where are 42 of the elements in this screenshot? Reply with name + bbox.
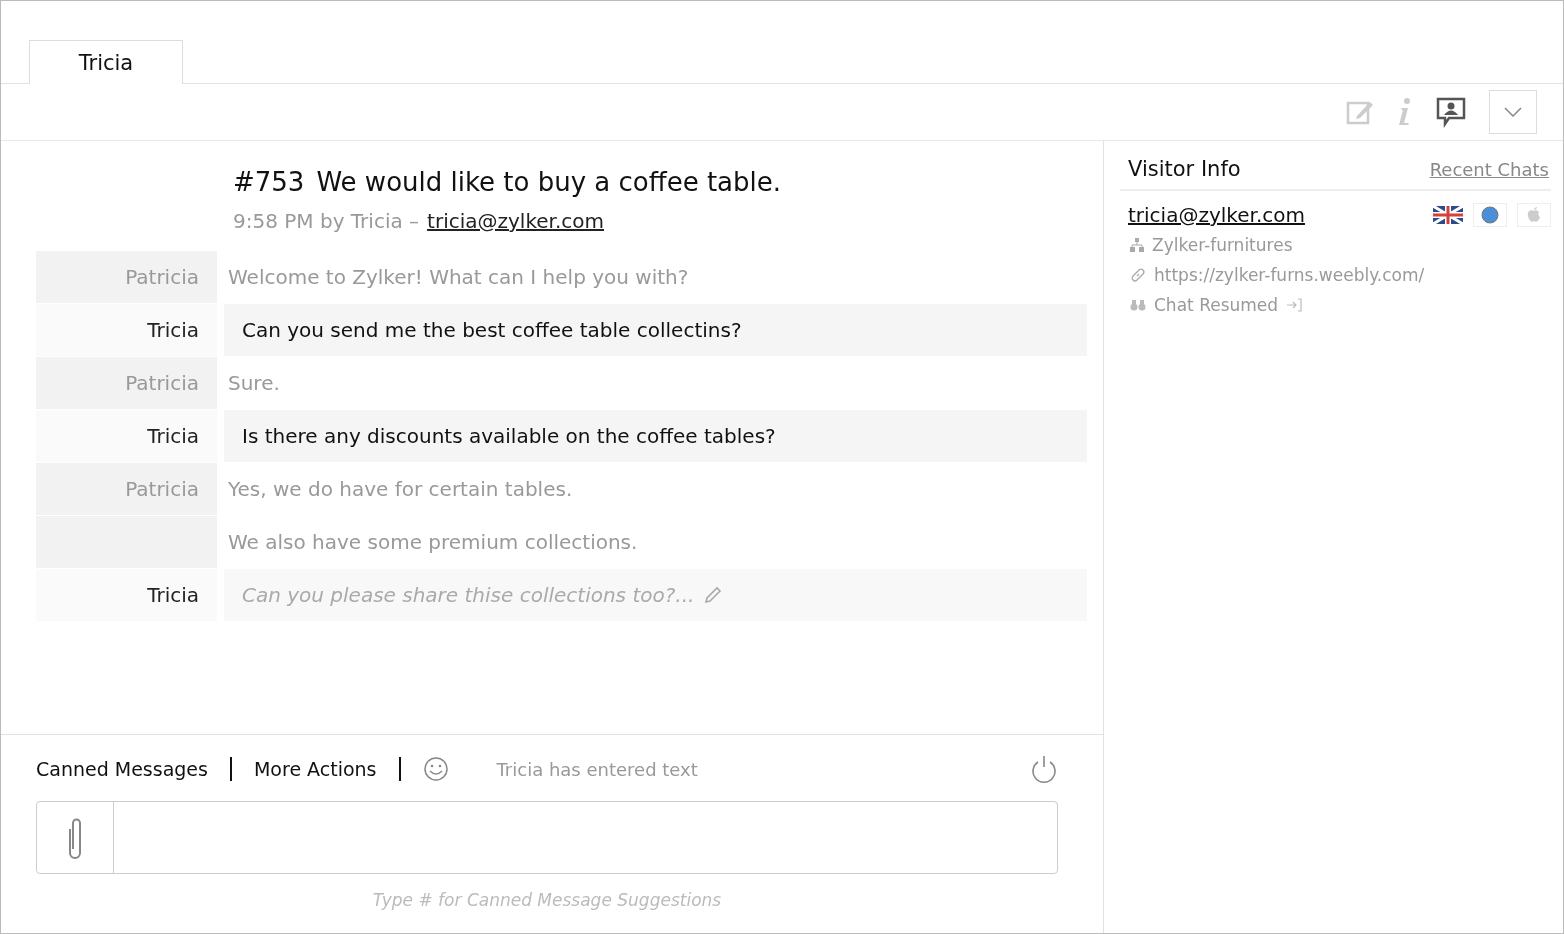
message-bubble: Can you send me the best coffee table collectins? [224, 304, 1087, 356]
power-icon[interactable] [1030, 754, 1058, 784]
apple-icon [1517, 203, 1551, 227]
flag-icon [1433, 206, 1463, 224]
company-name: Zylker-furnitures [1152, 234, 1293, 257]
visitor-email[interactable]: tricia@zylker.com [1128, 203, 1305, 227]
composer-action[interactable]: Canned Messages [36, 758, 208, 780]
chat-meta: 9:58 PM by Tricia – [233, 209, 420, 233]
sender-cell: Tricia [36, 410, 217, 462]
browser-icon [1473, 203, 1507, 227]
sender-cell: Patricia [36, 251, 217, 303]
sender-cell: Patricia [36, 357, 217, 409]
chat-number: #753 [233, 167, 305, 197]
message-input[interactable] [36, 801, 1058, 874]
chevron-down-icon [1504, 107, 1522, 117]
sender-cell: Tricia [36, 304, 217, 356]
message-text: We also have some premium collections. [227, 529, 639, 556]
visitor-url: https://zylker-furns.weebly.com/ [1154, 264, 1425, 287]
org-icon [1130, 238, 1144, 252]
recent-chats-link[interactable]: Recent Chats [1429, 158, 1549, 180]
composer-action[interactable]: More Actions [253, 758, 377, 780]
chat-status: Chat Resumed [1154, 294, 1279, 317]
panel-title: Visitor Info [1128, 157, 1241, 181]
enter-icon [1286, 297, 1303, 313]
message-text: Yes, we do have for certain tables. [227, 476, 574, 503]
emoji-icon[interactable] [422, 756, 449, 782]
message-text: Sure. [227, 370, 281, 397]
binoculars-icon [1130, 299, 1146, 311]
chat-bubble-icon[interactable] [1435, 96, 1467, 128]
typing-status: Tricia has entered text [496, 758, 698, 780]
link-icon [1130, 267, 1146, 283]
chat-subject: We would like to buy a coffee table. [316, 167, 782, 197]
email-link[interactable]: tricia@zylker.com [427, 209, 604, 233]
sender-cell: Patricia [36, 463, 217, 515]
message-bubble: Is there any discounts available on the coffee tables? [224, 410, 1087, 462]
input-hint: Type # for Canned Message Suggestions [371, 890, 723, 910]
sender-cell: Tricia [36, 569, 217, 621]
dropdown-button[interactable] [1489, 90, 1537, 134]
chat-tab[interactable]: Tricia [29, 40, 183, 84]
typing-text: Can you please share thise collections too?... [242, 582, 695, 609]
message-text: Welcome to Zylker! What can I help you with? [227, 264, 690, 291]
pencil-icon [704, 586, 723, 604]
